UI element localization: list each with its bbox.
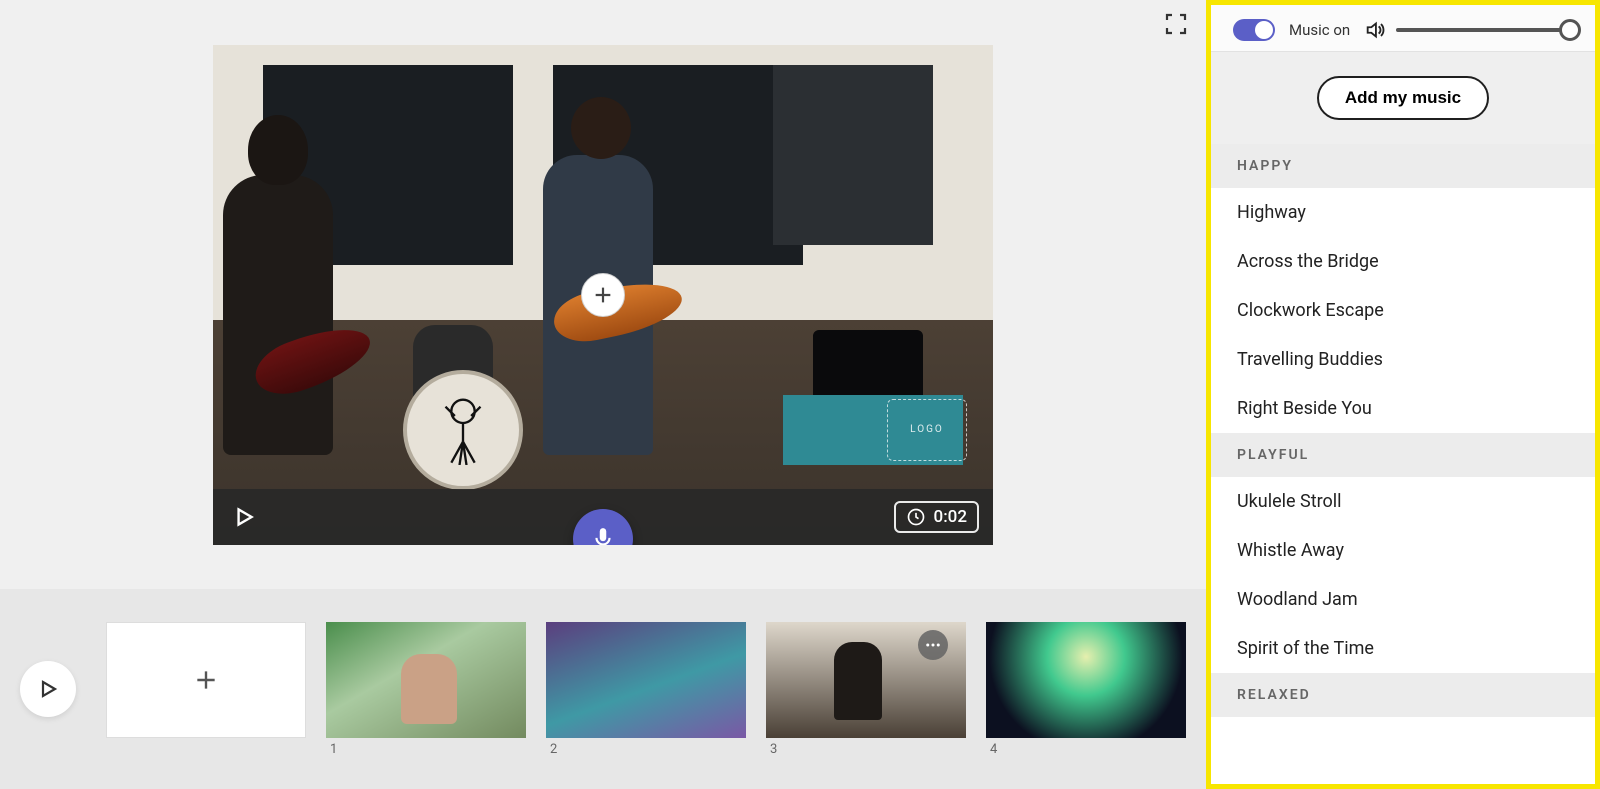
music-panel-header: Music on [1211, 5, 1595, 52]
track-list-scroll[interactable]: HAPPYHighwayAcross the BridgeClockwork E… [1211, 144, 1595, 784]
track-item[interactable]: Whistle Away [1211, 526, 1595, 575]
timeline-clip[interactable]: 3 [766, 622, 966, 757]
video-preview: LOGO 0:02 [213, 45, 993, 545]
clip-index-label: 1 [326, 742, 526, 757]
track-item[interactable]: Travelling Buddies [1211, 335, 1595, 384]
clip-row: 1 2 3 4 [106, 622, 1186, 757]
add-media-button[interactable] [581, 273, 625, 317]
add-clip-tile[interactable] [106, 622, 306, 738]
clip-thumbnail [326, 622, 526, 738]
track-item[interactable]: Right Beside You [1211, 384, 1595, 433]
clip-duration-button[interactable]: 0:02 [894, 501, 979, 533]
add-my-music-button[interactable]: Add my music [1317, 76, 1489, 120]
track-category-header: RELAXED [1211, 673, 1595, 717]
stage-wrap: LOGO 0:02 [0, 0, 1206, 589]
track-item[interactable]: Woodland Jam [1211, 575, 1595, 624]
music-panel: Music on Add my music HAPPYHighwayAcross… [1206, 0, 1600, 789]
timeline-clip[interactable]: 2 [546, 622, 746, 757]
clip-thumbnail [986, 622, 1186, 738]
music-toggle-label: Music on [1289, 21, 1350, 39]
main-stage-area: LOGO 0:02 [0, 0, 1206, 789]
play-button[interactable] [227, 500, 261, 534]
timeline-clip[interactable]: 1 [326, 622, 526, 757]
fullscreen-icon[interactable] [1164, 12, 1188, 36]
track-item[interactable]: Ukulele Stroll [1211, 477, 1595, 526]
clip-duration-value: 0:02 [934, 507, 967, 527]
track-category-header: HAPPY [1211, 144, 1595, 188]
track-item[interactable]: Across the Bridge [1211, 237, 1595, 286]
timeline-clip[interactable]: 4 [986, 622, 1186, 757]
timeline-play-button[interactable] [20, 661, 76, 717]
clip-more-icon[interactable] [918, 630, 948, 660]
volume-control [1364, 19, 1573, 41]
volume-icon[interactable] [1364, 19, 1386, 41]
track-item[interactable]: Clockwork Escape [1211, 286, 1595, 335]
music-toggle[interactable] [1233, 19, 1275, 41]
track-category-header: PLAYFUL [1211, 433, 1595, 477]
clip-index-label: 2 [546, 742, 746, 757]
clip-index-label: 4 [986, 742, 1186, 757]
clip-thumbnail [546, 622, 746, 738]
logo-placeholder[interactable]: LOGO [887, 399, 967, 461]
track-item[interactable]: Spirit of the Time [1211, 624, 1595, 673]
logo-placeholder-text: LOGO [910, 424, 944, 435]
track-item[interactable]: Highway [1211, 188, 1595, 237]
timeline: 1 2 3 4 [0, 589, 1206, 789]
volume-slider[interactable] [1396, 28, 1573, 32]
clip-index-label: 3 [766, 742, 966, 757]
add-music-row: Add my music [1211, 52, 1595, 144]
